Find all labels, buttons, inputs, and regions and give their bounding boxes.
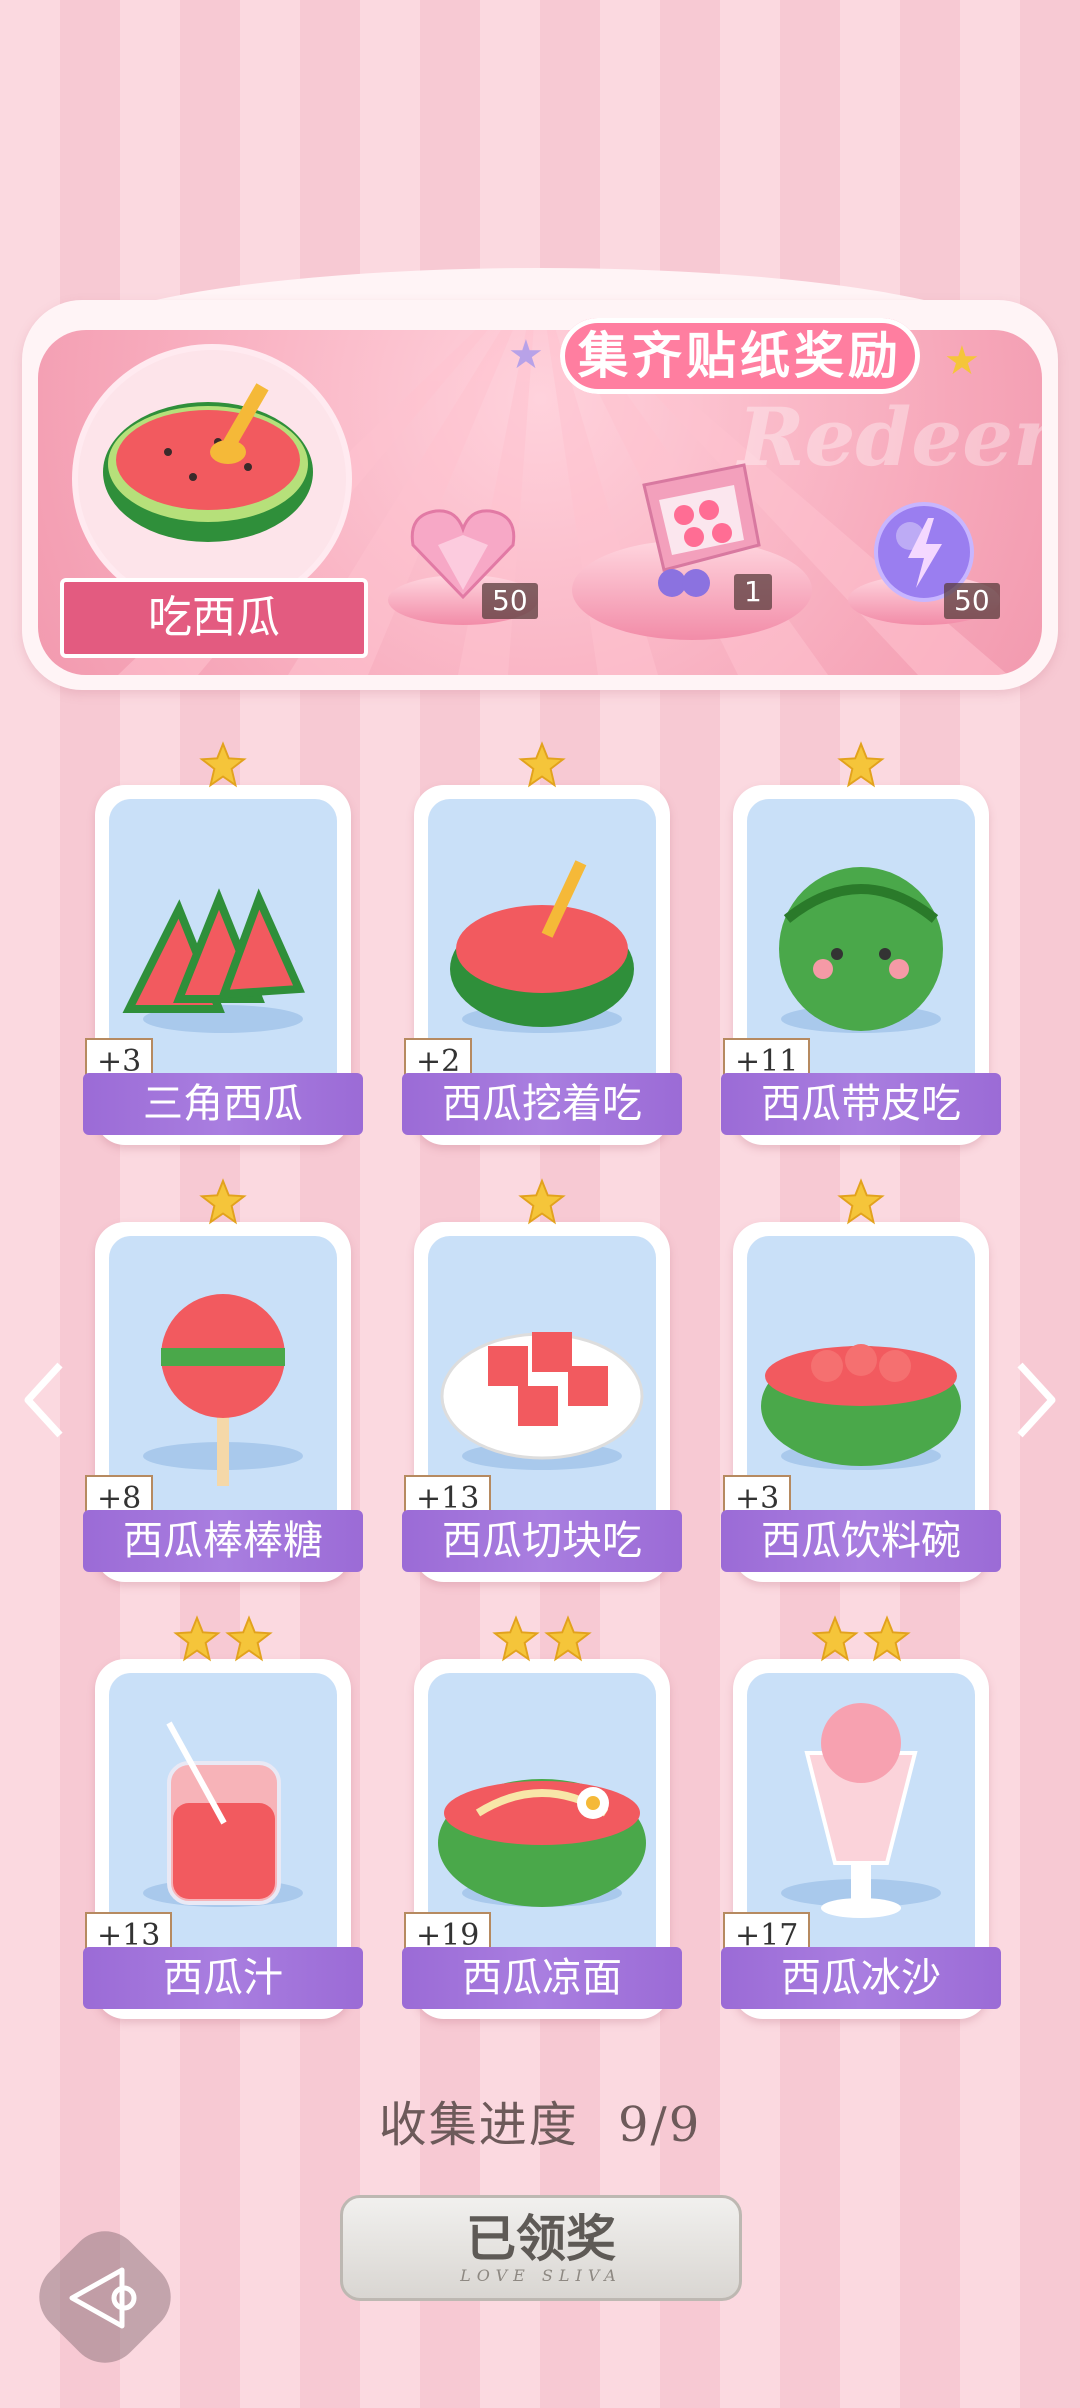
progress-value: 9/9 bbox=[618, 2097, 702, 2153]
rating-star-icon bbox=[837, 741, 885, 788]
watermelon-lollipop-icon bbox=[143, 1294, 303, 1486]
card-rating bbox=[414, 1615, 670, 1667]
card-name-label: 西瓜冰沙 bbox=[721, 1947, 1001, 2009]
rating-star-icon bbox=[492, 1615, 540, 1662]
back-arrow-icon bbox=[69, 2267, 137, 2329]
previous-page-arrow-icon[interactable] bbox=[20, 1360, 70, 1440]
card-rating bbox=[95, 1615, 351, 1667]
claimed-button-subtitle: LOVE SLIVA bbox=[460, 2266, 622, 2285]
watermelon-bowl-icon bbox=[761, 1344, 961, 1470]
watermelon-slices-icon bbox=[122, 888, 305, 1033]
rating-star-icon bbox=[173, 1615, 221, 1662]
card-name-label: 三角西瓜 bbox=[83, 1073, 363, 1135]
card-name-label: 西瓜棒棒糖 bbox=[83, 1510, 363, 1572]
gold-star-icon: ★ bbox=[944, 338, 980, 384]
card-name-label: 西瓜切块吃 bbox=[402, 1510, 682, 1572]
card-rating bbox=[414, 1178, 670, 1230]
watermelon-noodles-icon bbox=[438, 1779, 646, 1907]
card-name-label: 西瓜饮料碗 bbox=[721, 1510, 1001, 1572]
sticker-card[interactable]: +3 三角西瓜 bbox=[83, 741, 363, 1145]
sticker-card[interactable]: +8 西瓜棒棒糖 bbox=[83, 1178, 363, 1582]
card-rating bbox=[414, 741, 670, 793]
sticker-card[interactable]: +19 西瓜凉面 bbox=[402, 1615, 682, 2019]
watermelon-half-spoon-icon bbox=[103, 383, 313, 542]
reward-title: 集齐贴纸奖励 bbox=[560, 318, 920, 394]
sticker-card[interactable]: +13 西瓜切块吃 bbox=[402, 1178, 682, 1582]
card-name-label: 西瓜汁 bbox=[83, 1947, 363, 2009]
next-page-arrow-icon[interactable] bbox=[1010, 1360, 1060, 1440]
rating-star-icon bbox=[199, 1178, 247, 1225]
feature-name-ribbon: 吃西瓜 bbox=[60, 578, 368, 658]
sticker-card[interactable]: +2 西瓜挖着吃 bbox=[402, 741, 682, 1145]
rating-star-icon bbox=[518, 741, 566, 788]
watermelon-half-spoon-icon bbox=[450, 860, 634, 1033]
progress-label: 收集进度 bbox=[378, 2097, 579, 2153]
purple-star-icon: ★ bbox=[508, 332, 544, 378]
card-rating bbox=[733, 1178, 989, 1230]
reward-count: 50 bbox=[944, 583, 1000, 619]
collection-progress: 收集进度 9/9 bbox=[0, 2085, 1080, 2155]
reward-count: 1 bbox=[734, 574, 772, 610]
watermelon-cubes-icon bbox=[440, 1332, 644, 1470]
rating-star-icon bbox=[199, 741, 247, 788]
watermelon-whole-icon bbox=[779, 867, 943, 1033]
card-rating bbox=[95, 741, 351, 793]
rating-star-icon bbox=[837, 1178, 885, 1225]
rating-star-icon bbox=[544, 1615, 592, 1662]
sticker-card[interactable]: +11 西瓜带皮吃 bbox=[721, 741, 1001, 1145]
rating-star-icon bbox=[863, 1615, 911, 1662]
sticker-card[interactable]: +17 西瓜冰沙 bbox=[721, 1615, 1001, 2019]
rating-star-icon bbox=[225, 1615, 273, 1662]
claimed-button-label: 已领奖 bbox=[466, 2209, 616, 2268]
card-name-label: 西瓜挖着吃 bbox=[402, 1073, 682, 1135]
watermelon-smoothie-icon bbox=[781, 1703, 941, 1918]
card-name-label: 西瓜凉面 bbox=[402, 1947, 682, 2009]
rating-star-icon bbox=[518, 1178, 566, 1225]
card-rating bbox=[95, 1178, 351, 1230]
card-rating bbox=[733, 1615, 989, 1667]
redeem-watermark: Redeem bbox=[738, 390, 1042, 484]
watermelon-juice-icon bbox=[143, 1721, 303, 1907]
rating-star-icon bbox=[811, 1615, 859, 1662]
sticker-card[interactable]: +13 西瓜汁 bbox=[83, 1615, 363, 2019]
card-rating bbox=[733, 741, 989, 793]
sticker-card[interactable]: +3 西瓜饮料碗 bbox=[721, 1178, 1001, 1582]
claimed-button[interactable]: 已领奖 LOVE SLIVA bbox=[340, 2195, 742, 2301]
reward-count: 50 bbox=[482, 583, 538, 619]
card-name-label: 西瓜带皮吃 bbox=[721, 1073, 1001, 1135]
